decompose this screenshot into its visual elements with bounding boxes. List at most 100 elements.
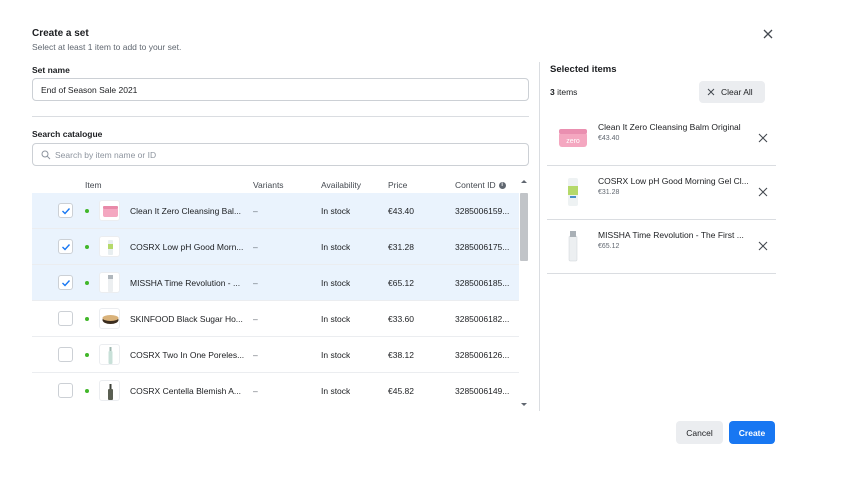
in-stock-dot: [85, 245, 89, 249]
search-icon: [41, 150, 51, 160]
selected-item-name: MISSHA Time Revolution - The First ...: [598, 230, 744, 240]
header-variants: Variants: [253, 180, 284, 190]
search-input[interactable]: [55, 145, 515, 164]
product-thumbnail: [99, 200, 120, 221]
scroll-up-arrow-icon[interactable]: [521, 180, 527, 183]
item-content-id: 3285006182...: [455, 314, 510, 324]
table-row[interactable]: SKINFOOD Black Sugar Ho... – In stock €3…: [32, 301, 519, 337]
selected-item-price: €31.28: [598, 189, 620, 196]
in-stock-dot: [85, 209, 89, 213]
item-content-id: 3285006126...: [455, 350, 510, 360]
search-box: [32, 143, 529, 166]
item-availability: In stock: [321, 206, 351, 216]
table-row[interactable]: COSRX Two In One Poreles... – In stock €…: [32, 337, 519, 373]
item-name: COSRX Two In One Poreles...: [130, 350, 245, 360]
row-checkbox[interactable]: [58, 383, 73, 398]
item-name: COSRX Centella Blemish A...: [130, 386, 242, 396]
product-thumbnail: [99, 344, 120, 365]
dialog-subtitle: Select at least 1 item to add to your se…: [32, 42, 182, 52]
checkmark-icon: [62, 280, 71, 287]
clear-all-button[interactable]: Clear All: [699, 81, 765, 103]
row-checkbox[interactable]: [58, 311, 73, 326]
item-price: €45.82: [388, 386, 414, 396]
scroll-down-arrow-icon[interactable]: [521, 403, 527, 406]
item-availability: In stock: [321, 386, 351, 396]
header-price: Price: [388, 180, 408, 190]
checkmark-icon: [62, 208, 71, 215]
svg-text:zero: zero: [566, 138, 580, 145]
create-button[interactable]: Create: [729, 421, 775, 444]
item-variants: –: [253, 278, 258, 288]
product-thumbnail: [99, 308, 120, 329]
header-content-id-label: Content ID: [455, 180, 496, 190]
cancel-button[interactable]: Cancel: [676, 421, 723, 444]
item-content-id: 3285006175...: [455, 242, 510, 252]
item-price: €38.12: [388, 350, 414, 360]
selected-item-price: €43.40: [598, 135, 620, 142]
product-thumbnail: [99, 380, 120, 401]
in-stock-dot: [85, 353, 89, 357]
scrollbar-thumb[interactable]: [520, 193, 528, 261]
product-thumbnail: [99, 272, 120, 293]
item-variants: –: [253, 206, 258, 216]
item-name: MISSHA Time Revolution - ...: [130, 278, 241, 288]
item-content-id: 3285006159...: [455, 206, 510, 216]
product-thumbnail: [99, 236, 120, 257]
header-availability: Availability: [321, 180, 362, 190]
close-icon: [707, 88, 715, 96]
item-price: €43.40: [388, 206, 414, 216]
set-name-label: Set name: [32, 65, 70, 75]
selected-item-name: Clean It Zero Cleansing Balm Original: [598, 122, 741, 132]
table-row[interactable]: COSRX Centella Blemish A... – In stock €…: [32, 373, 519, 407]
item-variants: –: [253, 242, 258, 252]
remove-item-icon[interactable]: [758, 133, 768, 143]
table-row[interactable]: Clean It Zero Cleansing Bal... – In stoc…: [32, 193, 519, 229]
item-availability: In stock: [321, 314, 351, 324]
remove-item-icon[interactable]: [758, 187, 768, 197]
item-table: Clean It Zero Cleansing Bal... – In stoc…: [32, 193, 519, 407]
dialog-title: Create a set: [32, 28, 89, 39]
selected-item: MISSHA Time Revolution - The First ... €…: [547, 220, 776, 274]
product-thumbnail: zero: [557, 122, 589, 154]
search-catalogue-label: Search catalogue: [32, 129, 103, 139]
in-stock-dot: [85, 389, 89, 393]
header-item: Item: [85, 180, 102, 190]
clear-all-label: Clear All: [721, 87, 753, 97]
row-checkbox[interactable]: [58, 203, 73, 218]
item-name: SKINFOOD Black Sugar Ho...: [130, 314, 243, 324]
info-icon[interactable]: i: [498, 182, 506, 189]
header-content-id: Content ID i: [455, 180, 506, 190]
close-icon[interactable]: [760, 26, 776, 42]
selected-item: zero Clean It Zero Cleansing Balm Origin…: [547, 112, 776, 166]
row-checkbox[interactable]: [58, 347, 73, 362]
table-row[interactable]: COSRX Low pH Good Morn... – In stock €31…: [32, 229, 519, 265]
table-scrollbar[interactable]: [520, 178, 529, 411]
item-availability: In stock: [321, 350, 351, 360]
item-content-id: 3285006149...: [455, 386, 510, 396]
set-name-input[interactable]: [32, 78, 529, 101]
item-availability: In stock: [321, 242, 351, 252]
row-checkbox[interactable]: [58, 275, 73, 290]
create-set-dialog: Create a set Select at least 1 item to a…: [0, 0, 846, 477]
item-price: €31.28: [388, 242, 414, 252]
checkmark-icon: [62, 244, 71, 251]
selected-items-title: Selected items: [550, 64, 617, 75]
product-thumbnail: [557, 176, 589, 208]
panel-divider: [539, 62, 540, 411]
table-row[interactable]: MISSHA Time Revolution - ... – In stock …: [32, 265, 519, 301]
item-name: COSRX Low pH Good Morn...: [130, 242, 244, 252]
selected-items-count: 3 items: [550, 87, 577, 97]
item-variants: –: [253, 386, 258, 396]
item-content-id: 3285006185...: [455, 278, 510, 288]
item-variants: –: [253, 314, 258, 324]
item-name: Clean It Zero Cleansing Bal...: [130, 206, 242, 216]
divider: [32, 116, 529, 117]
selected-item-price: €65.12: [598, 243, 620, 250]
row-checkbox[interactable]: [58, 239, 73, 254]
remove-item-icon[interactable]: [758, 241, 768, 251]
in-stock-dot: [85, 317, 89, 321]
product-thumbnail: [557, 230, 589, 262]
table-header: Item Variants Availability Price Content…: [32, 178, 519, 192]
selected-count-suffix: items: [554, 87, 578, 97]
selected-item-name: COSRX Low pH Good Morning Gel Cl...: [598, 176, 749, 186]
